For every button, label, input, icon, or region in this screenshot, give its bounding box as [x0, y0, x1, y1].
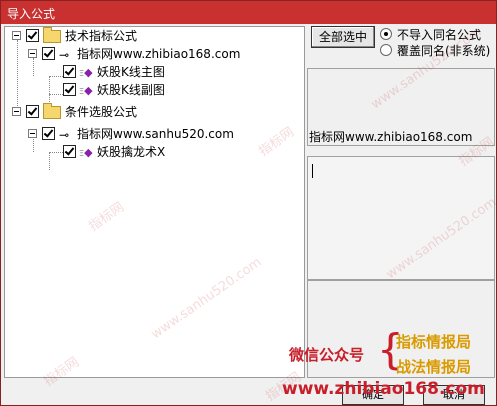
window-title: 导入公式 [7, 7, 56, 21]
collapse-toggle-icon[interactable] [28, 129, 37, 138]
collapse-toggle-icon[interactable] [12, 107, 21, 116]
select-all-button[interactable]: 全部选中 [311, 26, 375, 48]
item-checkbox[interactable] [63, 65, 76, 78]
source-checkbox[interactable] [42, 47, 55, 60]
tree-group-technical[interactable]: 技术指标公式 [5, 27, 303, 45]
folder-icon [43, 103, 61, 119]
group-label: 技术指标公式 [65, 29, 138, 43]
promo-wechat-label: 微信公众号 [289, 346, 365, 364]
formula-gem-icon: Ξ◆ [79, 84, 93, 97]
source-label: 指标网www.zhibiao168.com [77, 47, 241, 61]
folder-icon [43, 27, 61, 43]
text-caret [312, 164, 313, 178]
import-formula-dialog: 导入公式 技术指标公式 ⊸ 指标网www.zhibiao168.com Ξ◆ 妖… [0, 0, 497, 406]
key-icon: ⊸ [59, 48, 70, 62]
formula-gem-icon: Ξ◆ [79, 146, 93, 159]
source-label: 指标网www.sanhu520.com [77, 127, 234, 141]
source-checkbox[interactable] [42, 127, 55, 140]
item-label: 妖股K线主图 [97, 65, 165, 79]
item-checkbox[interactable] [63, 83, 76, 96]
tree-item-sub-chart[interactable]: Ξ◆ 妖股K线副图 [5, 81, 303, 99]
group-label: 条件选股公式 [65, 105, 138, 119]
item-checkbox[interactable] [63, 145, 76, 158]
promo-site-url: www.zhibiao168.com [282, 379, 485, 399]
radio-unselected-icon[interactable] [380, 44, 392, 56]
radio-selected-icon[interactable] [380, 28, 392, 40]
item-label: 妖股擒龙术X [97, 145, 166, 159]
tree-item-main-chart[interactable]: Ξ◆ 妖股K线主图 [5, 63, 303, 81]
collapse-toggle-icon[interactable] [28, 49, 37, 58]
title-bar[interactable]: 导入公式 [1, 1, 496, 24]
item-label: 妖股K线副图 [97, 83, 165, 97]
tree-source-zhibiao[interactable]: ⊸ 指标网www.zhibiao168.com [5, 45, 303, 63]
promo-line-2: 战法情报局 [396, 358, 472, 376]
tree-group-stock-selection[interactable]: 条件选股公式 [5, 103, 303, 121]
group-checkbox[interactable] [26, 105, 39, 118]
group-checkbox[interactable] [26, 29, 39, 42]
key-icon: ⊸ [59, 128, 70, 142]
promo-line-1: 指标情报局 [396, 333, 472, 351]
collapse-toggle-icon[interactable] [12, 31, 21, 40]
formula-source-name: 指标网www.zhibiao168.com [309, 130, 473, 144]
